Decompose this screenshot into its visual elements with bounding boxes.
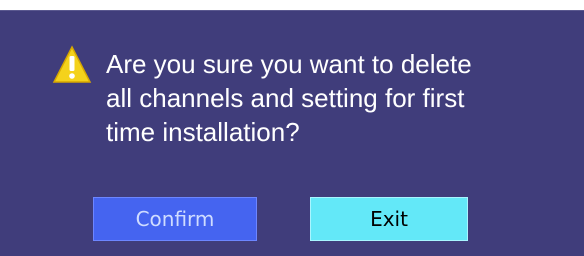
dialog-message: Are you sure you want to delete all chan… <box>106 49 472 147</box>
exit-button[interactable]: Exit <box>310 197 468 241</box>
confirm-button[interactable]: Confirm <box>93 197 257 241</box>
screen: Are you sure you want to delete all chan… <box>0 0 584 256</box>
confirmation-dialog: Are you sure you want to delete all chan… <box>0 10 584 256</box>
warning-icon <box>52 45 92 83</box>
confirm-button-label: Confirm <box>135 207 215 231</box>
exit-button-label: Exit <box>370 207 408 231</box>
